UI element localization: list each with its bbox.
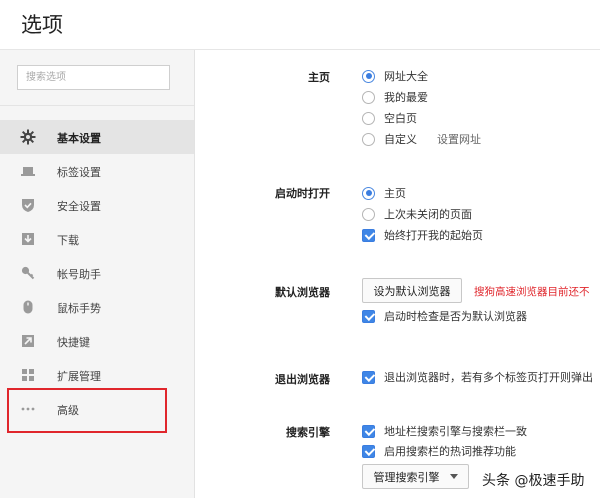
check-default-on-startup[interactable]: 启动时检查是否为默认浏览器 bbox=[362, 307, 527, 325]
radio-button[interactable] bbox=[362, 69, 375, 83]
sidebar-item-label: 扩展管理 bbox=[57, 370, 101, 383]
page-title: 选项 bbox=[21, 13, 63, 37]
highlight-annotation-box bbox=[7, 388, 167, 433]
sidebar-item-account-helper[interactable]: 帐号助手 bbox=[0, 256, 194, 290]
option-label: 启动时检查是否为默认浏览器 bbox=[384, 310, 527, 323]
sidebar-divider bbox=[0, 105, 194, 106]
radio-button[interactable] bbox=[362, 207, 375, 221]
startup-option-last-session[interactable]: 上次未关闭的页面 bbox=[362, 205, 472, 223]
startup-option-homepage[interactable]: 主页 bbox=[362, 184, 406, 202]
manage-search-engines-dropdown[interactable]: 管理搜索引擎 bbox=[362, 464, 469, 489]
homepage-option-custom[interactable]: 自定义 设置网址 bbox=[362, 130, 481, 148]
sidebar-item-shortcuts[interactable]: 快捷键 bbox=[0, 324, 194, 358]
mouse-icon bbox=[20, 299, 36, 315]
exit-browser-label: 退出浏览器 bbox=[275, 373, 330, 386]
option-label: 启用搜索栏的热词推荐功能 bbox=[384, 445, 516, 458]
search-engine-hot-words[interactable]: 启用搜索栏的热词推荐功能 bbox=[362, 442, 516, 460]
option-label: 主页 bbox=[384, 187, 406, 200]
key-icon bbox=[20, 265, 36, 281]
startup-label: 启动时打开 bbox=[275, 187, 330, 200]
sidebar-item-basic-settings[interactable]: 基本设置 bbox=[0, 120, 194, 154]
sidebar-item-label: 帐号助手 bbox=[57, 268, 101, 281]
settings-panel: 主页 网址大全 我的最爱 空白页 自定义 设置网址 启动时打开 主页 上次未关闭… bbox=[196, 51, 600, 498]
download-icon bbox=[20, 231, 36, 247]
page-header: 选项 bbox=[0, 0, 600, 50]
sidebar-item-label: 安全设置 bbox=[57, 200, 101, 213]
sidebar-item-tab-settings[interactable]: 标签设置 bbox=[0, 154, 194, 188]
homepage-label: 主页 bbox=[308, 71, 330, 84]
gear-icon bbox=[20, 129, 36, 145]
set-default-browser-button[interactable]: 设为默认浏览器 bbox=[362, 278, 462, 303]
search-input[interactable] bbox=[18, 66, 169, 89]
shortcut-arrow-icon bbox=[20, 333, 36, 349]
search-engine-label: 搜索引擎 bbox=[286, 426, 330, 439]
homepage-option-nav-sites[interactable]: 网址大全 bbox=[362, 67, 428, 85]
radio-button[interactable] bbox=[362, 90, 375, 104]
default-browser-warning: 搜狗高速浏览器目前还不 bbox=[474, 286, 590, 298]
search-engine-sync-address-bar[interactable]: 地址栏搜索引擎与搜索栏一致 bbox=[362, 422, 527, 440]
watermark: 头条 @极速手助 bbox=[478, 470, 589, 490]
option-label: 空白页 bbox=[384, 112, 417, 125]
option-label: 退出浏览器时，若有多个标签页打开则弹出 bbox=[384, 371, 593, 384]
shield-icon bbox=[20, 197, 36, 213]
option-label: 网址大全 bbox=[384, 70, 428, 83]
homepage-option-favorites[interactable]: 我的最爱 bbox=[362, 88, 428, 106]
radio-button[interactable] bbox=[362, 111, 375, 125]
chevron-down-icon bbox=[449, 474, 458, 479]
sidebar-item-label: 基本设置 bbox=[57, 132, 101, 145]
exit-browser-warn-multiple-tabs[interactable]: 退出浏览器时，若有多个标签页打开则弹出 bbox=[362, 368, 593, 386]
sidebar-item-label: 标签设置 bbox=[57, 166, 101, 179]
homepage-option-blank[interactable]: 空白页 bbox=[362, 109, 417, 127]
startup-always-open-start-page[interactable]: 始终打开我的起始页 bbox=[362, 226, 483, 244]
radio-button[interactable] bbox=[362, 186, 375, 200]
checkbox[interactable] bbox=[362, 444, 375, 458]
sidebar-item-label: 快捷键 bbox=[57, 336, 90, 349]
laptop-icon bbox=[20, 163, 36, 179]
sidebar-item-download[interactable]: 下载 bbox=[0, 222, 194, 256]
option-label: 地址栏搜索引擎与搜索栏一致 bbox=[384, 425, 527, 438]
extensions-grid-icon bbox=[20, 367, 36, 383]
option-label: 自定义 bbox=[384, 133, 417, 146]
sidebar: 基本设置 标签设置 安全设置 下载 帐号助手 鼠标手势 快捷键 bbox=[0, 50, 195, 498]
option-label: 始终打开我的起始页 bbox=[384, 229, 483, 242]
default-browser-label: 默认浏览器 bbox=[275, 286, 330, 299]
sidebar-item-extensions[interactable]: 扩展管理 bbox=[0, 358, 194, 392]
sidebar-item-label: 下载 bbox=[57, 234, 79, 247]
checkbox[interactable] bbox=[362, 424, 375, 438]
checkbox[interactable] bbox=[362, 309, 375, 323]
sidebar-item-label: 鼠标手势 bbox=[57, 302, 101, 315]
sidebar-item-mouse-gestures[interactable]: 鼠标手势 bbox=[0, 290, 194, 324]
option-label: 我的最爱 bbox=[384, 91, 428, 104]
sidebar-item-security-settings[interactable]: 安全设置 bbox=[0, 188, 194, 222]
option-label: 上次未关闭的页面 bbox=[384, 208, 472, 221]
checkbox[interactable] bbox=[362, 370, 375, 384]
dropdown-label: 管理搜索引擎 bbox=[373, 470, 440, 484]
radio-button[interactable] bbox=[362, 132, 375, 146]
search-box[interactable] bbox=[17, 65, 170, 90]
checkbox[interactable] bbox=[362, 228, 375, 242]
set-url-link[interactable]: 设置网址 bbox=[437, 131, 481, 147]
